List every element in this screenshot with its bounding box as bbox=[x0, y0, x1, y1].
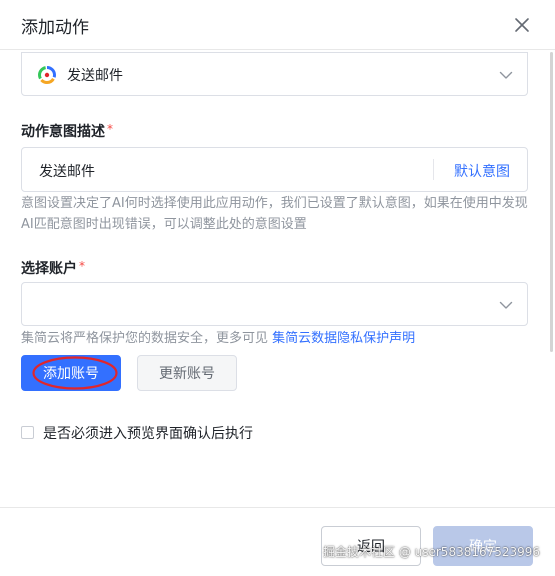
scrollbar[interactable] bbox=[550, 52, 553, 352]
intent-help-text: 意图设置决定了AI何时选择使用此应用动作，我们已设置了默认意图，如果在使用中发现… bbox=[21, 196, 528, 232]
close-icon bbox=[515, 18, 529, 32]
preview-checkbox-label: 是否必须进入预览界面确认后执行 bbox=[43, 426, 253, 442]
preview-checkbox[interactable] bbox=[21, 426, 34, 439]
add-action-dialog: 添加动作 发送邮件 动作意图描述 * 发送邮件 默认意图 意图设置决定了AI何时选… bbox=[0, 0, 555, 576]
refresh-account-button[interactable]: 更新账号 bbox=[137, 355, 237, 391]
back-button[interactable]: 返回 bbox=[321, 526, 421, 566]
chevron-down-icon bbox=[499, 71, 513, 79]
account-select[interactable] bbox=[21, 282, 528, 326]
chevron-down-icon bbox=[499, 301, 513, 309]
required-mark: * bbox=[79, 259, 85, 273]
app-logo-icon bbox=[38, 66, 56, 84]
dialog-title: 添加动作 bbox=[21, 18, 89, 38]
intent-input[interactable]: 发送邮件 默认意图 bbox=[21, 147, 528, 192]
default-intent-link[interactable]: 默认意图 bbox=[454, 161, 510, 181]
highlight-circle-annotation bbox=[32, 356, 118, 390]
account-help-text: 集简云将严格保护您的数据安全，更多可见 集简云数据隐私保护声明 bbox=[21, 331, 416, 346]
intent-input-value: 发送邮件 bbox=[39, 164, 95, 180]
dialog-header: 添加动作 bbox=[0, 0, 555, 50]
intent-label: 动作意图描述 * bbox=[21, 122, 113, 140]
required-mark: * bbox=[107, 122, 113, 136]
action-select-value: 发送邮件 bbox=[67, 68, 123, 84]
privacy-policy-link[interactable]: 集简云数据隐私保护声明 bbox=[272, 331, 415, 346]
confirm-button[interactable]: 确定 bbox=[433, 526, 533, 566]
account-label: 选择账户 * bbox=[21, 259, 85, 277]
intent-divider bbox=[433, 159, 434, 180]
close-button[interactable] bbox=[511, 14, 533, 36]
action-select[interactable]: 发送邮件 bbox=[21, 52, 528, 96]
